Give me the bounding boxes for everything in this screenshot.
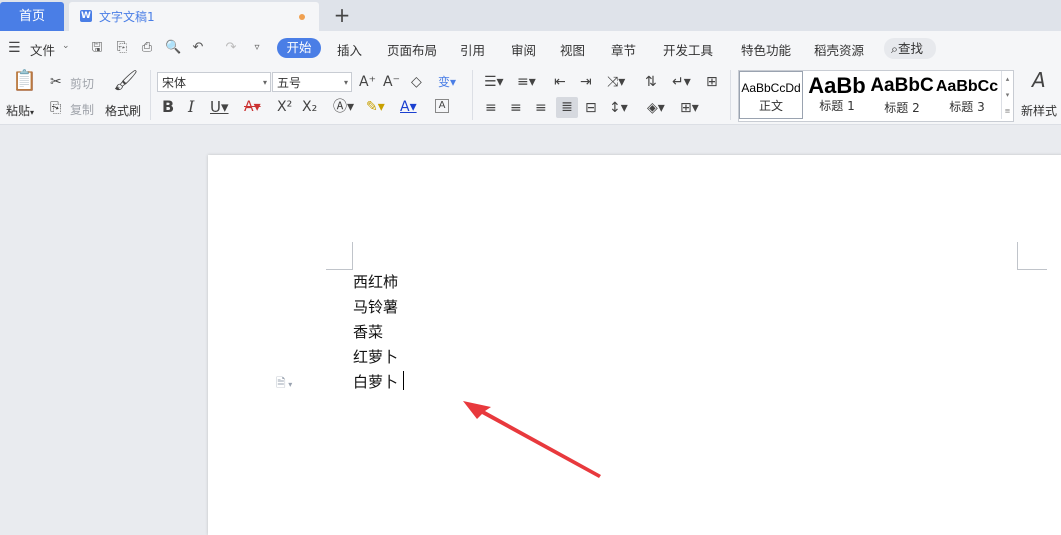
- export-icon[interactable]: ⎘: [115, 41, 129, 55]
- grow-font-icon[interactable]: A⁺: [359, 74, 376, 90]
- strikethrough-icon[interactable]: A▾: [244, 99, 261, 115]
- show-marks-icon[interactable]: ↵▾: [672, 74, 691, 90]
- chevron-down-icon[interactable]: ⌄: [62, 41, 70, 51]
- copy-button[interactable]: 复制: [70, 101, 94, 118]
- sort-icon[interactable]: ⇅: [645, 74, 657, 90]
- shrink-font-icon[interactable]: A⁻: [383, 74, 400, 90]
- menu-section[interactable]: 章节: [611, 40, 636, 59]
- hamburger-icon[interactable]: ☰: [8, 41, 21, 55]
- copy-icon[interactable]: ⎘: [50, 100, 61, 116]
- character-border-icon[interactable]: A: [435, 99, 449, 113]
- style-heading-2[interactable]: AaBbC 标题 2: [870, 71, 934, 119]
- ribbon-divider: [730, 70, 731, 120]
- line-spacing-icon[interactable]: ↕▾: [609, 100, 628, 116]
- tab-bar: 首页 W 文字文稿1 +: [0, 0, 1061, 31]
- highlight-icon[interactable]: ✎▾: [366, 99, 385, 115]
- font-size-select[interactable]: 五号 ▾: [272, 72, 352, 92]
- table-tools-icon[interactable]: ⊞: [706, 74, 718, 90]
- superscript-icon[interactable]: X²: [277, 99, 292, 115]
- distributed-align-icon[interactable]: ⊟: [585, 100, 597, 116]
- format-painter-icon[interactable]: 🖌: [113, 70, 138, 90]
- menu-special-features[interactable]: 特色功能: [741, 40, 791, 59]
- document-line[interactable]: 西红柿: [353, 271, 398, 292]
- clear-format-icon[interactable]: ◇: [411, 74, 422, 90]
- decrease-indent-icon[interactable]: ⇤: [554, 74, 566, 90]
- undo-icon[interactable]: ↶: [191, 41, 205, 55]
- search-label: 查找: [898, 41, 924, 56]
- text-direction-icon[interactable]: ⤨▾: [607, 74, 625, 90]
- bold-icon[interactable]: B: [162, 99, 174, 115]
- print-icon[interactable]: ⎙: [140, 41, 154, 55]
- menu-view[interactable]: 视图: [560, 40, 585, 59]
- new-style-button[interactable]: 新样式: [1021, 102, 1057, 119]
- annotation-arrow-icon: [463, 401, 601, 478]
- ribbon-divider: [150, 70, 151, 120]
- style-heading-1[interactable]: AaBb 标题 1: [805, 71, 869, 119]
- margin-corner-mark: [352, 242, 353, 269]
- menu-start[interactable]: 开始: [277, 38, 321, 58]
- tab-document[interactable]: W 文字文稿1: [69, 2, 319, 31]
- print-preview-icon[interactable]: 🔍: [165, 41, 181, 55]
- document-page[interactable]: [208, 155, 1061, 535]
- margin-corner-mark: [1017, 242, 1018, 269]
- justify-icon[interactable]: ≣: [556, 97, 578, 118]
- document-line[interactable]: 马铃薯: [353, 296, 398, 317]
- cut-button[interactable]: 剪切: [70, 75, 94, 92]
- increase-indent-icon[interactable]: ⇥: [580, 74, 592, 90]
- italic-icon[interactable]: I: [188, 99, 194, 115]
- align-center-icon[interactable]: ≡: [510, 100, 522, 116]
- document-line[interactable]: 白萝卜: [353, 371, 398, 392]
- ribbon-divider: [472, 70, 473, 120]
- search-icon: ⌕: [891, 41, 899, 56]
- menu-insert[interactable]: 插入: [337, 40, 362, 59]
- document-tab-title: 文字文稿1: [99, 10, 155, 24]
- menu-file[interactable]: 文件: [30, 40, 55, 59]
- menu-references[interactable]: 引用: [460, 40, 485, 59]
- document-line[interactable]: 红萝卜: [353, 346, 398, 367]
- styles-gallery: AaBbCcDd 正文 AaBb 标题 1 AaBbC 标题 2 AaBbCc …: [738, 70, 1014, 122]
- redo-icon[interactable]: ↷: [224, 41, 238, 55]
- margin-corner-mark: [326, 269, 353, 270]
- unsaved-dot-icon: [299, 14, 305, 20]
- phonetic-guide-icon[interactable]: 变▾: [438, 74, 456, 90]
- bullet-list-icon[interactable]: ☰▾: [484, 74, 504, 90]
- format-painter-button[interactable]: 格式刷: [105, 102, 141, 119]
- writer-doc-icon: W: [80, 10, 92, 22]
- paste-icon[interactable]: 📋: [12, 70, 37, 96]
- font-name-select[interactable]: 宋体 ▾: [157, 72, 271, 92]
- save-icon[interactable]: 🖫: [90, 41, 104, 55]
- search-button[interactable]: ⌕查找: [884, 38, 936, 59]
- menu-page-layout[interactable]: 页面布局: [387, 40, 437, 59]
- style-heading-3[interactable]: AaBbCc 标题 3: [935, 71, 999, 119]
- text-effect-icon[interactable]: Ⓐ▾: [333, 99, 354, 115]
- text-cursor: [403, 371, 404, 390]
- underline-icon[interactable]: U▾: [210, 99, 229, 115]
- tab-home[interactable]: 首页: [0, 2, 64, 31]
- document-line[interactable]: 香菜: [353, 321, 383, 342]
- margin-corner-mark: [1017, 269, 1047, 270]
- paragraph-menu-icon[interactable]: 🗎 ▾: [276, 374, 292, 395]
- menu-bar: ☰ 文件 ⌄ 🖫 ⎘ ⎙ 🔍 ↶ ↷ ▿ 开始 插入 页面布局 引用 审阅 视图…: [0, 31, 1061, 66]
- align-left-icon[interactable]: ≡: [485, 100, 497, 116]
- paste-button[interactable]: 粘贴▾: [6, 102, 34, 119]
- borders-icon[interactable]: ⊞▾: [680, 100, 699, 116]
- customize-toolbar-icon[interactable]: ▿: [250, 41, 264, 55]
- style-normal[interactable]: AaBbCcDd 正文: [739, 71, 803, 119]
- new-style-icon[interactable]: A: [1032, 70, 1046, 90]
- shading-icon[interactable]: ◈▾: [647, 100, 665, 116]
- subscript-icon[interactable]: X₂: [302, 99, 317, 115]
- new-tab-button[interactable]: +: [333, 4, 351, 26]
- menu-review[interactable]: 审阅: [511, 40, 536, 59]
- menu-developer[interactable]: 开发工具: [663, 40, 713, 59]
- cut-icon[interactable]: ✂: [50, 74, 62, 90]
- numbered-list-icon[interactable]: ≡▾: [517, 74, 536, 90]
- menu-docer-resources[interactable]: 稻壳资源: [814, 40, 864, 59]
- align-right-icon[interactable]: ≡: [535, 100, 547, 116]
- font-color-icon[interactable]: A▾: [400, 99, 417, 115]
- styles-scroll-icon[interactable]: ▴ ▾ ≡: [1001, 71, 1013, 119]
